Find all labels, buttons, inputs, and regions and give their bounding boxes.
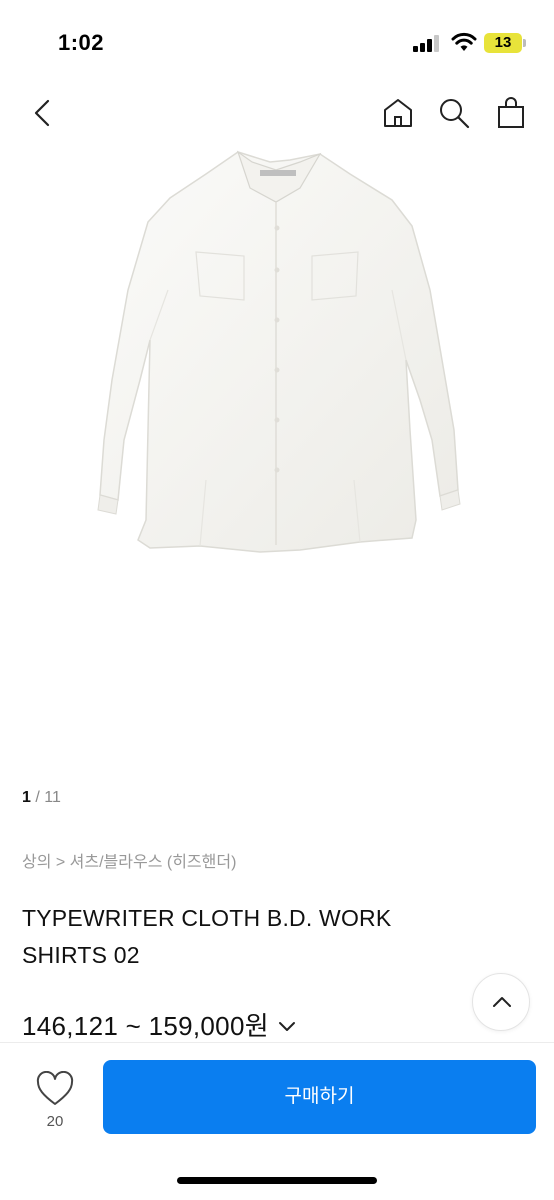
heart-icon: [36, 1070, 74, 1105]
product-image[interactable]: [0, 140, 554, 780]
scroll-top-button[interactable]: [472, 973, 530, 1031]
pager-current: 1: [22, 789, 31, 806]
like-button[interactable]: 20: [30, 1067, 80, 1137]
cellular-signal-icon: [413, 35, 439, 52]
chevron-down-icon[interactable]: [277, 1020, 297, 1034]
wifi-icon: [451, 32, 477, 51]
top-navigation: [0, 88, 554, 136]
price-range[interactable]: 146,121 ~ 159,000원: [22, 1006, 297, 1043]
chevron-up-icon: [493, 997, 511, 1007]
breadcrumb[interactable]: 상의 > 셔츠/블라우스 (히즈핸더): [22, 848, 236, 872]
status-time: 1:02: [58, 30, 105, 55]
home-icon[interactable]: [381, 96, 415, 130]
buy-button[interactable]: 구매하기: [103, 1060, 536, 1134]
pager-separator: /: [35, 789, 40, 806]
battery-indicator: 13: [484, 33, 522, 53]
battery-cap: [523, 39, 526, 47]
product-title: TYPEWRITER CLOTH B.D. WORK SHIRTS 02: [22, 905, 392, 968]
status-bar: 1:02 13: [0, 0, 554, 88]
bottom-action-bar: 20 구매하기: [0, 1042, 554, 1200]
search-icon[interactable]: [437, 96, 471, 130]
home-indicator: [177, 1177, 377, 1184]
image-pager: 1 / 11: [22, 789, 61, 807]
pager-total: 11: [44, 789, 61, 806]
shopping-bag-icon[interactable]: [494, 96, 528, 130]
like-count: 20: [46, 1113, 64, 1130]
back-icon[interactable]: [26, 96, 60, 130]
price-text: 146,121 ~ 159,000원: [22, 1011, 269, 1041]
shirt-image: [97, 150, 461, 553]
